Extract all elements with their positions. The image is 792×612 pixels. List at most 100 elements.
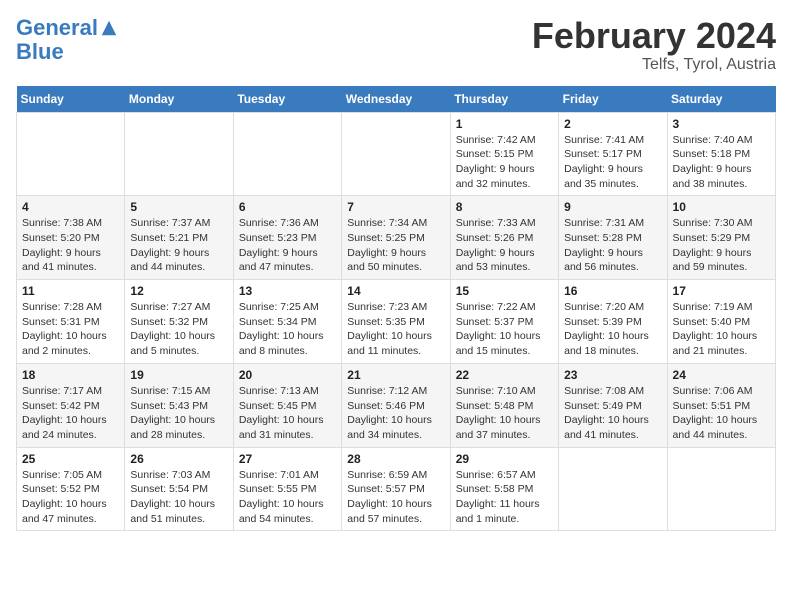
day-detail: Sunrise: 7:28 AM Sunset: 5:31 PM Dayligh… bbox=[22, 300, 119, 359]
column-header-monday: Monday bbox=[125, 86, 233, 113]
day-cell: 24 Sunrise: 7:06 AM Sunset: 5:51 PM Dayli… bbox=[667, 363, 775, 447]
day-detail: Sunrise: 7:05 AM Sunset: 5:52 PM Dayligh… bbox=[22, 468, 119, 527]
day-number: 10 bbox=[673, 200, 770, 214]
day-number: 15 bbox=[456, 284, 553, 298]
day-number: 17 bbox=[673, 284, 770, 298]
day-detail: Sunrise: 7:20 AM Sunset: 5:39 PM Dayligh… bbox=[564, 300, 661, 359]
day-detail: Sunrise: 7:41 AM Sunset: 5:17 PM Dayligh… bbox=[564, 133, 661, 192]
day-detail: Sunrise: 6:59 AM Sunset: 5:57 PM Dayligh… bbox=[347, 468, 444, 527]
column-header-friday: Friday bbox=[559, 86, 667, 113]
day-cell: 26 Sunrise: 7:03 AM Sunset: 5:54 PM Dayli… bbox=[125, 447, 233, 531]
day-number: 25 bbox=[22, 452, 119, 466]
day-number: 23 bbox=[564, 368, 661, 382]
day-detail: Sunrise: 7:08 AM Sunset: 5:49 PM Dayligh… bbox=[564, 384, 661, 443]
day-cell bbox=[233, 112, 341, 196]
calendar-location: Telfs, Tyrol, Austria bbox=[532, 56, 776, 74]
column-header-sunday: Sunday bbox=[17, 86, 125, 113]
day-detail: Sunrise: 7:01 AM Sunset: 5:55 PM Dayligh… bbox=[239, 468, 336, 527]
day-number: 29 bbox=[456, 452, 553, 466]
day-detail: Sunrise: 7:17 AM Sunset: 5:42 PM Dayligh… bbox=[22, 384, 119, 443]
title-area: February 2024 Telfs, Tyrol, Austria bbox=[532, 16, 776, 74]
day-cell: 4 Sunrise: 7:38 AM Sunset: 5:20 PM Daylig… bbox=[17, 196, 125, 280]
day-cell: 25 Sunrise: 7:05 AM Sunset: 5:52 PM Dayli… bbox=[17, 447, 125, 531]
day-detail: Sunrise: 7:06 AM Sunset: 5:51 PM Dayligh… bbox=[673, 384, 770, 443]
day-cell: 21 Sunrise: 7:12 AM Sunset: 5:46 PM Dayli… bbox=[342, 363, 450, 447]
day-cell: 23 Sunrise: 7:08 AM Sunset: 5:49 PM Dayli… bbox=[559, 363, 667, 447]
day-detail: Sunrise: 7:33 AM Sunset: 5:26 PM Dayligh… bbox=[456, 216, 553, 275]
day-cell bbox=[17, 112, 125, 196]
column-header-wednesday: Wednesday bbox=[342, 86, 450, 113]
column-header-tuesday: Tuesday bbox=[233, 86, 341, 113]
day-number: 18 bbox=[22, 368, 119, 382]
day-number: 19 bbox=[130, 368, 227, 382]
day-number: 20 bbox=[239, 368, 336, 382]
day-number: 28 bbox=[347, 452, 444, 466]
day-detail: Sunrise: 7:37 AM Sunset: 5:21 PM Dayligh… bbox=[130, 216, 227, 275]
day-cell: 28 Sunrise: 6:59 AM Sunset: 5:57 PM Dayli… bbox=[342, 447, 450, 531]
logo-blue: Blue bbox=[16, 40, 118, 64]
day-cell: 29 Sunrise: 6:57 AM Sunset: 5:58 PM Dayli… bbox=[450, 447, 558, 531]
header: General Blue February 2024 Telfs, Tyrol,… bbox=[16, 16, 776, 74]
day-cell: 10 Sunrise: 7:30 AM Sunset: 5:29 PM Dayli… bbox=[667, 196, 775, 280]
day-detail: Sunrise: 7:38 AM Sunset: 5:20 PM Dayligh… bbox=[22, 216, 119, 275]
day-number: 27 bbox=[239, 452, 336, 466]
day-cell bbox=[559, 447, 667, 531]
day-detail: Sunrise: 7:34 AM Sunset: 5:25 PM Dayligh… bbox=[347, 216, 444, 275]
day-detail: Sunrise: 7:30 AM Sunset: 5:29 PM Dayligh… bbox=[673, 216, 770, 275]
day-cell: 15Sunrise: 7:22 AM Sunset: 5:37 PM Dayli… bbox=[450, 280, 558, 364]
column-header-thursday: Thursday bbox=[450, 86, 558, 113]
day-detail: Sunrise: 7:40 AM Sunset: 5:18 PM Dayligh… bbox=[673, 133, 770, 192]
column-header-saturday: Saturday bbox=[667, 86, 775, 113]
logo-text: General bbox=[16, 16, 98, 40]
day-cell: 6 Sunrise: 7:36 AM Sunset: 5:23 PM Daylig… bbox=[233, 196, 341, 280]
day-number: 11 bbox=[22, 284, 119, 298]
column-headers: SundayMondayTuesdayWednesdayThursdayFrid… bbox=[17, 86, 776, 113]
day-detail: Sunrise: 7:10 AM Sunset: 5:48 PM Dayligh… bbox=[456, 384, 553, 443]
day-number: 21 bbox=[347, 368, 444, 382]
day-number: 16 bbox=[564, 284, 661, 298]
day-number: 13 bbox=[239, 284, 336, 298]
day-cell: 14Sunrise: 7:23 AM Sunset: 5:35 PM Dayli… bbox=[342, 280, 450, 364]
day-number: 7 bbox=[347, 200, 444, 214]
week-row-4: 18 Sunrise: 7:17 AM Sunset: 5:42 PM Dayli… bbox=[17, 363, 776, 447]
day-detail: Sunrise: 7:42 AM Sunset: 5:15 PM Dayligh… bbox=[456, 133, 553, 192]
day-cell: 20 Sunrise: 7:13 AM Sunset: 5:45 PM Dayli… bbox=[233, 363, 341, 447]
day-cell: 9Sunrise: 7:31 AM Sunset: 5:28 PM Daylig… bbox=[559, 196, 667, 280]
day-number: 24 bbox=[673, 368, 770, 382]
week-row-5: 25 Sunrise: 7:05 AM Sunset: 5:52 PM Dayli… bbox=[17, 447, 776, 531]
logo-icon bbox=[100, 19, 118, 37]
day-number: 12 bbox=[130, 284, 227, 298]
day-detail: Sunrise: 7:13 AM Sunset: 5:45 PM Dayligh… bbox=[239, 384, 336, 443]
day-cell: 1Sunrise: 7:42 AM Sunset: 5:15 PM Daylig… bbox=[450, 112, 558, 196]
day-detail: Sunrise: 6:57 AM Sunset: 5:58 PM Dayligh… bbox=[456, 468, 553, 527]
week-row-3: 11 Sunrise: 7:28 AM Sunset: 5:31 PM Dayli… bbox=[17, 280, 776, 364]
calendar-title: February 2024 bbox=[532, 16, 776, 56]
day-cell bbox=[125, 112, 233, 196]
logo: General Blue bbox=[16, 16, 118, 64]
day-cell: 3Sunrise: 7:40 AM Sunset: 5:18 PM Daylig… bbox=[667, 112, 775, 196]
day-cell: 11 Sunrise: 7:28 AM Sunset: 5:31 PM Dayli… bbox=[17, 280, 125, 364]
day-number: 22 bbox=[456, 368, 553, 382]
day-cell: 19 Sunrise: 7:15 AM Sunset: 5:43 PM Dayli… bbox=[125, 363, 233, 447]
week-row-2: 4 Sunrise: 7:38 AM Sunset: 5:20 PM Daylig… bbox=[17, 196, 776, 280]
day-cell: 16 Sunrise: 7:20 AM Sunset: 5:39 PM Dayli… bbox=[559, 280, 667, 364]
day-cell: 22 Sunrise: 7:10 AM Sunset: 5:48 PM Dayli… bbox=[450, 363, 558, 447]
day-detail: Sunrise: 7:23 AM Sunset: 5:35 PM Dayligh… bbox=[347, 300, 444, 359]
day-detail: Sunrise: 7:12 AM Sunset: 5:46 PM Dayligh… bbox=[347, 384, 444, 443]
day-cell bbox=[342, 112, 450, 196]
day-detail: Sunrise: 7:19 AM Sunset: 5:40 PM Dayligh… bbox=[673, 300, 770, 359]
day-cell: 7 Sunrise: 7:34 AM Sunset: 5:25 PM Daylig… bbox=[342, 196, 450, 280]
day-detail: Sunrise: 7:03 AM Sunset: 5:54 PM Dayligh… bbox=[130, 468, 227, 527]
day-cell: 8 Sunrise: 7:33 AM Sunset: 5:26 PM Daylig… bbox=[450, 196, 558, 280]
day-number: 4 bbox=[22, 200, 119, 214]
day-detail: Sunrise: 7:36 AM Sunset: 5:23 PM Dayligh… bbox=[239, 216, 336, 275]
calendar-table: SundayMondayTuesdayWednesdayThursdayFrid… bbox=[16, 86, 776, 532]
day-number: 8 bbox=[456, 200, 553, 214]
day-number: 5 bbox=[130, 200, 227, 214]
day-cell: 13Sunrise: 7:25 AM Sunset: 5:34 PM Dayli… bbox=[233, 280, 341, 364]
day-number: 6 bbox=[239, 200, 336, 214]
day-number: 2 bbox=[564, 117, 661, 131]
day-cell: 12Sunrise: 7:27 AM Sunset: 5:32 PM Dayli… bbox=[125, 280, 233, 364]
day-number: 26 bbox=[130, 452, 227, 466]
day-detail: Sunrise: 7:15 AM Sunset: 5:43 PM Dayligh… bbox=[130, 384, 227, 443]
